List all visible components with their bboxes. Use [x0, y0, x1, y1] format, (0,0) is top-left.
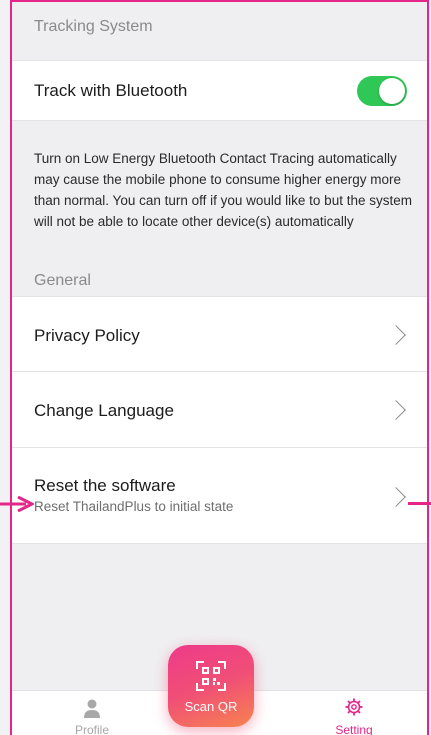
privacy-policy-label: Privacy Policy [34, 326, 140, 345]
tab-profile[interactable]: Profile [42, 691, 142, 735]
gear-icon [345, 698, 363, 716]
privacy-policy-row[interactable]: Privacy Policy [12, 296, 427, 372]
tab-profile-label: Profile [74, 723, 109, 735]
bluetooth-description: Turn on Low Energy Bluetooth Contact Tra… [34, 151, 412, 229]
chevron-right-icon [386, 400, 406, 420]
scan-qr-button[interactable]: Scan QR [168, 645, 254, 727]
reset-software-sublabel: Reset ThailandPlus to initial state [34, 499, 234, 514]
tab-setting-label: Setting [335, 723, 373, 735]
bluetooth-label: Track with Bluetooth [34, 81, 188, 100]
change-language-row[interactable]: Change Language [12, 372, 427, 448]
change-language-label: Change Language [34, 401, 174, 420]
bluetooth-row: Track with Bluetooth [12, 60, 427, 121]
person-icon [84, 699, 100, 718]
pointer-arrow-icon [0, 496, 34, 512]
reset-software-label: Reset the software [34, 476, 176, 495]
chevron-right-icon [386, 487, 406, 507]
pointer-line [408, 502, 431, 505]
bluetooth-toggle[interactable] [357, 76, 407, 106]
chevron-right-icon [386, 325, 406, 345]
toggle-knob [379, 78, 405, 104]
qr-code-icon [196, 661, 226, 691]
scan-qr-label: Scan QR [184, 699, 238, 714]
tab-setting[interactable]: Setting [304, 691, 404, 735]
reset-software-row[interactable]: Reset the software Reset ThailandPlus to… [12, 448, 427, 544]
settings-screen: Tracking System Track with Bluetooth Tur… [10, 0, 429, 735]
general-section-title: General [34, 272, 91, 289]
tracking-section-title: Tracking System [34, 18, 153, 35]
